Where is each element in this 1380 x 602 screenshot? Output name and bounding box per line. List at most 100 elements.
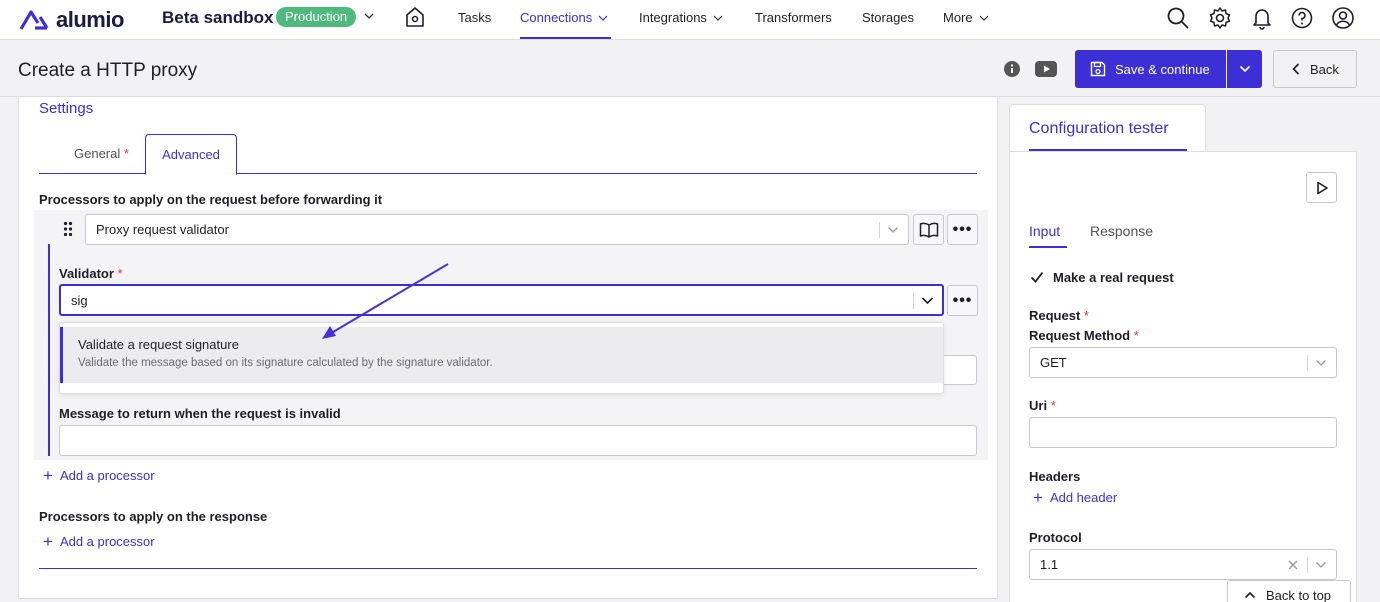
request-label: Request *: [1029, 308, 1089, 323]
processor-type-value: Proxy request validator: [96, 222, 229, 237]
home-icon[interactable]: [404, 5, 426, 29]
nav-transformers[interactable]: Transformers: [755, 10, 832, 25]
validator-input-value: sig: [71, 292, 88, 308]
nav-more[interactable]: More: [943, 10, 989, 25]
chevron-down-icon: [598, 15, 608, 21]
nav-tasks-label: Tasks: [458, 10, 492, 25]
nav-connections[interactable]: Connections: [520, 10, 608, 25]
chevron-down-icon: [1239, 65, 1250, 73]
processor-type-select[interactable]: Proxy request validator: [85, 214, 909, 245]
tab-input[interactable]: Input: [1029, 223, 1060, 239]
run-test-button[interactable]: [1306, 172, 1337, 203]
chevron-down-icon: [713, 15, 723, 21]
tab-advanced[interactable]: Advanced: [145, 134, 237, 175]
headers-label: Headers: [1029, 469, 1081, 484]
uri-label-text: Uri: [1029, 398, 1048, 413]
uri-input[interactable]: [1029, 417, 1337, 448]
search-icon[interactable]: [1166, 6, 1190, 30]
nav-tasks[interactable]: Tasks: [458, 10, 491, 25]
validator-options-dropdown: Validate a request signature Validate th…: [59, 322, 944, 394]
alumio-logo-icon: [19, 10, 49, 30]
add-response-processor-link[interactable]: + Add a processor: [43, 531, 155, 551]
floppy-disk-icon: [1090, 61, 1106, 77]
chevron-down-icon: [888, 227, 898, 233]
chevron-down-icon[interactable]: [363, 10, 375, 22]
active-tab-indicator: [1029, 246, 1067, 248]
settings-title: Settings: [39, 100, 94, 117]
clear-icon[interactable]: [1288, 560, 1298, 570]
validator-label: Validator *: [59, 266, 123, 281]
video-icon[interactable]: [1035, 61, 1057, 77]
tab-advanced-label: Advanced: [162, 147, 220, 162]
request-method-select[interactable]: GET: [1029, 347, 1337, 378]
nav-storages[interactable]: Storages: [862, 10, 914, 25]
nav-connections-label: Connections: [520, 10, 593, 25]
protocol-value: 1.1: [1040, 557, 1059, 572]
gear-icon[interactable]: [1208, 6, 1232, 30]
back-button[interactable]: Back: [1273, 50, 1357, 88]
bell-icon[interactable]: [1250, 6, 1274, 30]
option-title: Validate a request signature: [78, 337, 239, 352]
processor-more-options-button[interactable]: •••: [947, 214, 978, 245]
select-separator: [1307, 557, 1308, 573]
checkmark-icon[interactable]: [1029, 269, 1045, 285]
tab-general-label: General: [74, 146, 121, 161]
environment-name[interactable]: Beta sandbox: [162, 8, 273, 28]
dropdown-option-validate-signature[interactable]: Validate a request signature Validate th…: [60, 327, 943, 383]
back-to-top-label: Back to top: [1266, 587, 1332, 602]
nav-integrations[interactable]: Integrations: [639, 10, 723, 25]
select-separator: [913, 293, 914, 309]
required-marker: *: [123, 146, 129, 161]
processor-indent-line: [48, 244, 50, 456]
info-icon[interactable]: [1004, 61, 1020, 77]
chevron-left-icon: [1292, 63, 1300, 75]
help-icon[interactable]: [1290, 6, 1314, 30]
back-to-top-button[interactable]: Back to top: [1227, 580, 1351, 602]
alumio-logo[interactable]: alumio: [18, 7, 124, 33]
chevron-up-icon: [1244, 591, 1256, 599]
tab-general[interactable]: General *: [74, 146, 129, 161]
request-method-label: Request Method *: [1029, 328, 1139, 343]
nav-more-label: More: [943, 10, 973, 25]
validator-search-input[interactable]: sig: [59, 284, 944, 316]
documentation-button[interactable]: [913, 214, 944, 245]
save-options-dropdown-button[interactable]: [1227, 50, 1262, 88]
top-navigation-bar: alumio Beta sandbox Production Tasks Con…: [0, 0, 1380, 40]
select-separator: [879, 222, 880, 238]
invalid-message-input[interactable]: [59, 425, 977, 456]
option-description: Validate the message based on its signat…: [78, 357, 493, 369]
required-marker: *: [1083, 308, 1089, 323]
section-divider: [39, 568, 977, 569]
more-options-icon: •••: [952, 220, 973, 238]
select-separator: [1307, 355, 1308, 371]
chevron-down-icon: [979, 15, 989, 21]
configuration-tester-panel: Input Response Make a real request Reque…: [1009, 151, 1357, 602]
more-options-icon: •••: [952, 291, 973, 309]
tab-response[interactable]: Response: [1090, 223, 1153, 239]
request-label-text: Request: [1029, 308, 1081, 323]
plus-icon: +: [43, 465, 53, 485]
back-label: Back: [1310, 61, 1339, 77]
add-request-processor-link[interactable]: + Add a processor: [43, 465, 155, 485]
add-processor-label: Add a processor: [59, 534, 155, 549]
logo-text: alumio: [56, 7, 124, 32]
chevron-down-icon[interactable]: [921, 295, 934, 306]
settings-panel: Settings General * Advanced Processors t…: [18, 97, 998, 599]
validator-more-options-button[interactable]: •••: [947, 285, 978, 316]
user-avatar-icon[interactable]: [1331, 6, 1355, 30]
book-icon: [919, 222, 938, 238]
request-method-value: GET: [1040, 355, 1067, 370]
request-method-label-text: Request Method: [1029, 328, 1131, 343]
plus-icon: +: [43, 531, 53, 551]
environment-badge[interactable]: Production: [276, 7, 357, 27]
protocol-select[interactable]: 1.1: [1029, 549, 1337, 580]
chevron-down-icon: [1316, 360, 1326, 366]
nav-transformers-label: Transformers: [755, 10, 832, 25]
make-real-request-label[interactable]: Make a real request: [1053, 270, 1174, 285]
plus-icon: +: [1033, 487, 1043, 507]
configuration-tester-tab[interactable]: Configuration tester: [1009, 104, 1206, 154]
add-header-label: Add header: [1049, 490, 1118, 505]
save-continue-button[interactable]: Save & continue: [1075, 50, 1226, 88]
add-header-link[interactable]: + Add header: [1033, 487, 1118, 507]
drag-handle-icon[interactable]: [63, 221, 73, 237]
